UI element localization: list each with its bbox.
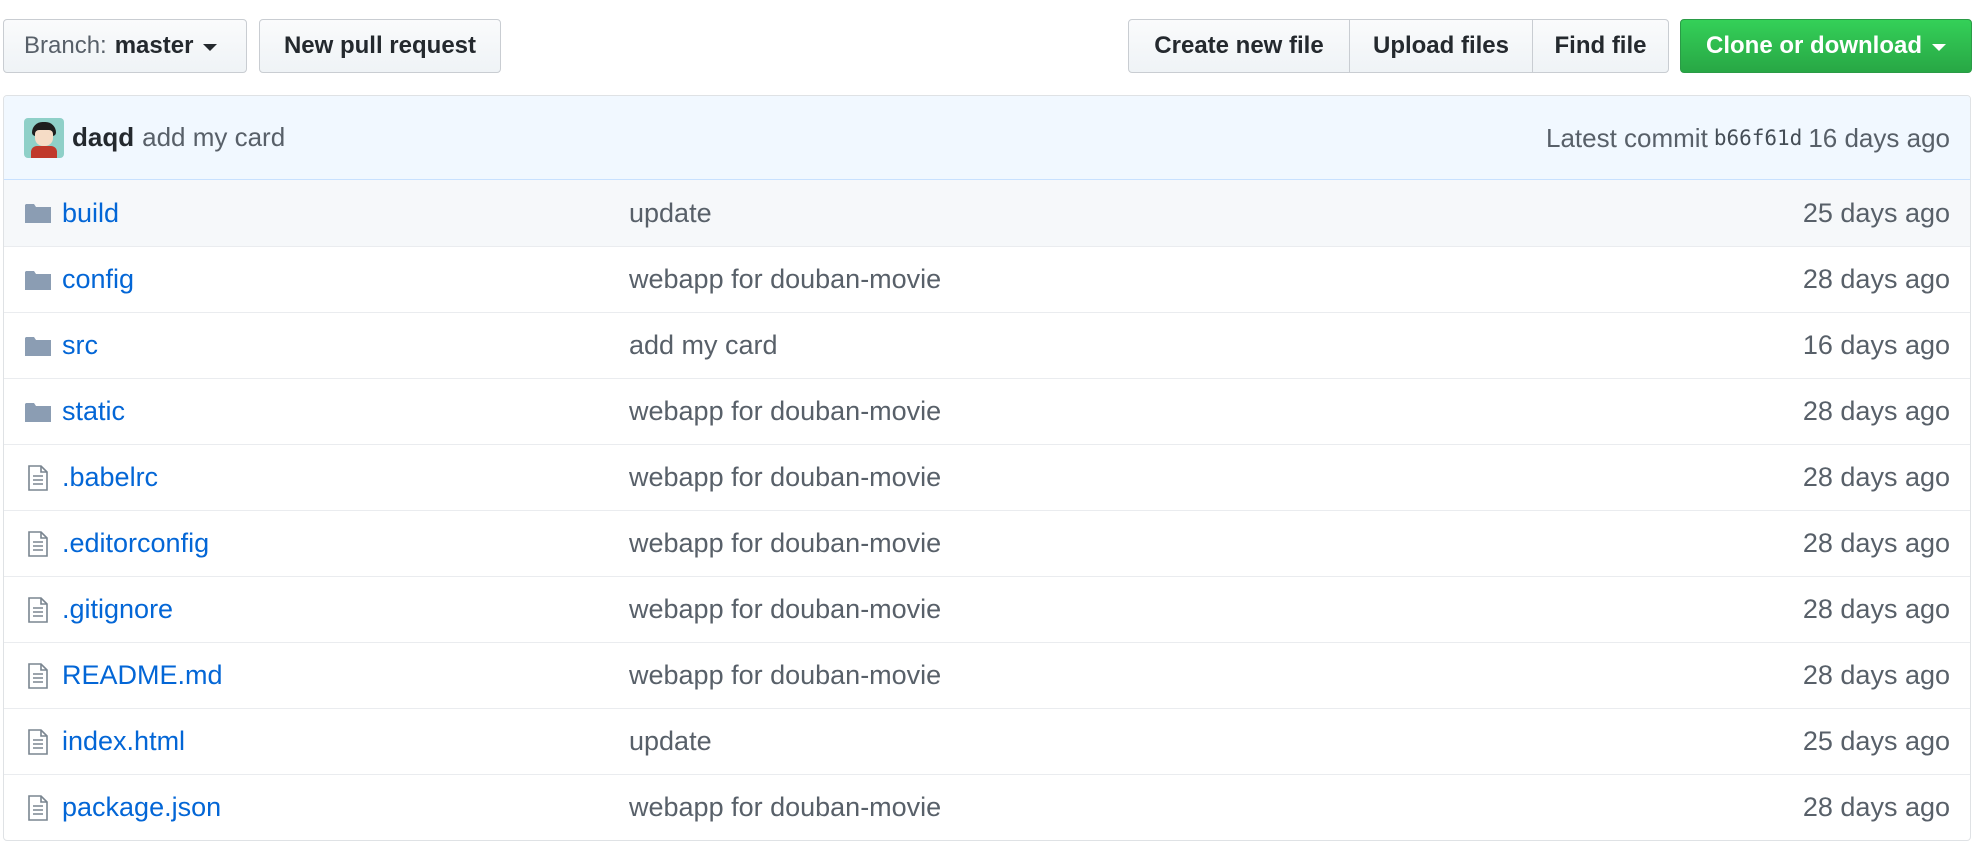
file-icon <box>24 728 52 756</box>
commit-age: 16 days ago <box>1808 122 1950 153</box>
file-name-link[interactable]: package.json <box>62 792 221 823</box>
file-row: src add my card 16 days ago <box>4 312 1970 378</box>
find-file-button[interactable]: Find file <box>1532 19 1669 73</box>
file-name-link[interactable]: .editorconfig <box>62 528 209 559</box>
folder-icon <box>24 266 52 294</box>
file-row: static webapp for douban-movie 28 days ago <box>4 378 1970 444</box>
file-table: daqd add my card Latest commit b66f61d 1… <box>3 95 1971 841</box>
file-commit-message-link[interactable]: webapp for douban-movie <box>629 396 941 427</box>
file-commit-message-link[interactable]: update <box>629 726 712 757</box>
file-name-link[interactable]: src <box>62 330 98 361</box>
branch-name: master <box>114 32 194 59</box>
file-name-link[interactable]: README.md <box>62 660 223 691</box>
file-row: .editorconfig webapp for douban-movie 28 d… <box>4 510 1970 576</box>
commit-sha-link[interactable]: b66f61d <box>1714 126 1803 150</box>
caret-down-icon <box>1932 43 1946 51</box>
branch-label: Branch: <box>24 32 107 59</box>
file-commit-age: 28 days ago <box>1802 528 1950 558</box>
repo-file-browser: Branch: master New pull request Create n… <box>0 0 1974 850</box>
file-icon <box>24 464 52 492</box>
file-name-link[interactable]: index.html <box>62 726 185 757</box>
file-commit-message-link[interactable]: webapp for douban-movie <box>629 462 941 493</box>
file-icon <box>24 596 52 624</box>
file-row: .babelrc webapp for douban-movie 28 days a… <box>4 444 1970 510</box>
file-commit-message-link[interactable]: add my card <box>629 330 778 361</box>
folder-icon <box>24 199 52 227</box>
file-list: build update 25 days ago config webapp for d… <box>4 180 1970 840</box>
file-row: README.md webapp for douban-movie 28 days … <box>4 642 1970 708</box>
commit-author-link[interactable]: daqd <box>72 122 134 153</box>
file-row: index.html update 25 days ago <box>4 708 1970 774</box>
file-commit-message-link[interactable]: webapp for douban-movie <box>629 792 941 823</box>
file-row: package.json webapp for douban-movie 28 da… <box>4 774 1970 840</box>
file-row: config webapp for douban-movie 28 days ago <box>4 246 1970 312</box>
upload-files-button[interactable]: Upload files <box>1349 19 1533 73</box>
file-commit-message-link[interactable]: webapp for douban-movie <box>629 264 941 295</box>
file-commit-message-link[interactable]: webapp for douban-movie <box>629 594 941 625</box>
file-icon <box>24 794 52 822</box>
file-icon <box>24 530 52 558</box>
file-name-link[interactable]: .gitignore <box>62 594 173 625</box>
file-commit-age: 25 days ago <box>1802 197 1950 228</box>
file-commit-age: 28 days ago <box>1802 792 1950 822</box>
new-pull-request-button[interactable]: New pull request <box>259 19 501 73</box>
file-commit-message-link[interactable]: webapp for douban-movie <box>629 660 941 691</box>
create-new-file-button[interactable]: Create new file <box>1128 19 1350 73</box>
file-row: .gitignore webapp for douban-movie 28 days… <box>4 576 1970 642</box>
file-name-link[interactable]: static <box>62 396 125 427</box>
repo-toolbar: Branch: master New pull request Create n… <box>0 0 1974 96</box>
file-commit-age: 25 days ago <box>1802 726 1950 756</box>
file-name-link[interactable]: config <box>62 264 134 295</box>
file-actions-group: Create new file Upload files Find file <box>1128 19 1669 73</box>
avatar[interactable] <box>24 117 64 158</box>
folder-icon <box>24 398 52 426</box>
file-icon <box>24 662 52 690</box>
file-commit-message-link[interactable]: webapp for douban-movie <box>629 528 941 559</box>
file-name-link[interactable]: .babelrc <box>62 462 158 493</box>
file-commit-age: 16 days ago <box>1802 330 1950 360</box>
file-row: build update 25 days ago <box>4 180 1970 246</box>
folder-icon <box>24 332 52 360</box>
latest-commit-bar: daqd add my card Latest commit b66f61d 1… <box>4 96 1970 180</box>
file-commit-age: 28 days ago <box>1802 396 1950 426</box>
file-name-link[interactable]: build <box>62 198 119 229</box>
branch-select-button[interactable]: Branch: master <box>3 19 247 73</box>
file-commit-age: 28 days ago <box>1802 462 1950 492</box>
file-commit-age: 28 days ago <box>1802 594 1950 624</box>
clone-or-download-label: Clone or download <box>1706 32 1922 59</box>
file-commit-age: 28 days ago <box>1802 264 1950 294</box>
file-commit-message-link[interactable]: update <box>629 198 712 229</box>
commit-meta: Latest commit b66f61d 16 days ago <box>1546 96 1950 180</box>
clone-or-download-button[interactable]: Clone or download <box>1680 19 1972 73</box>
latest-commit-label: Latest commit <box>1545 122 1708 153</box>
file-commit-age: 28 days ago <box>1802 660 1950 690</box>
commit-message-link[interactable]: add my card <box>142 122 285 153</box>
caret-down-icon <box>203 43 218 51</box>
